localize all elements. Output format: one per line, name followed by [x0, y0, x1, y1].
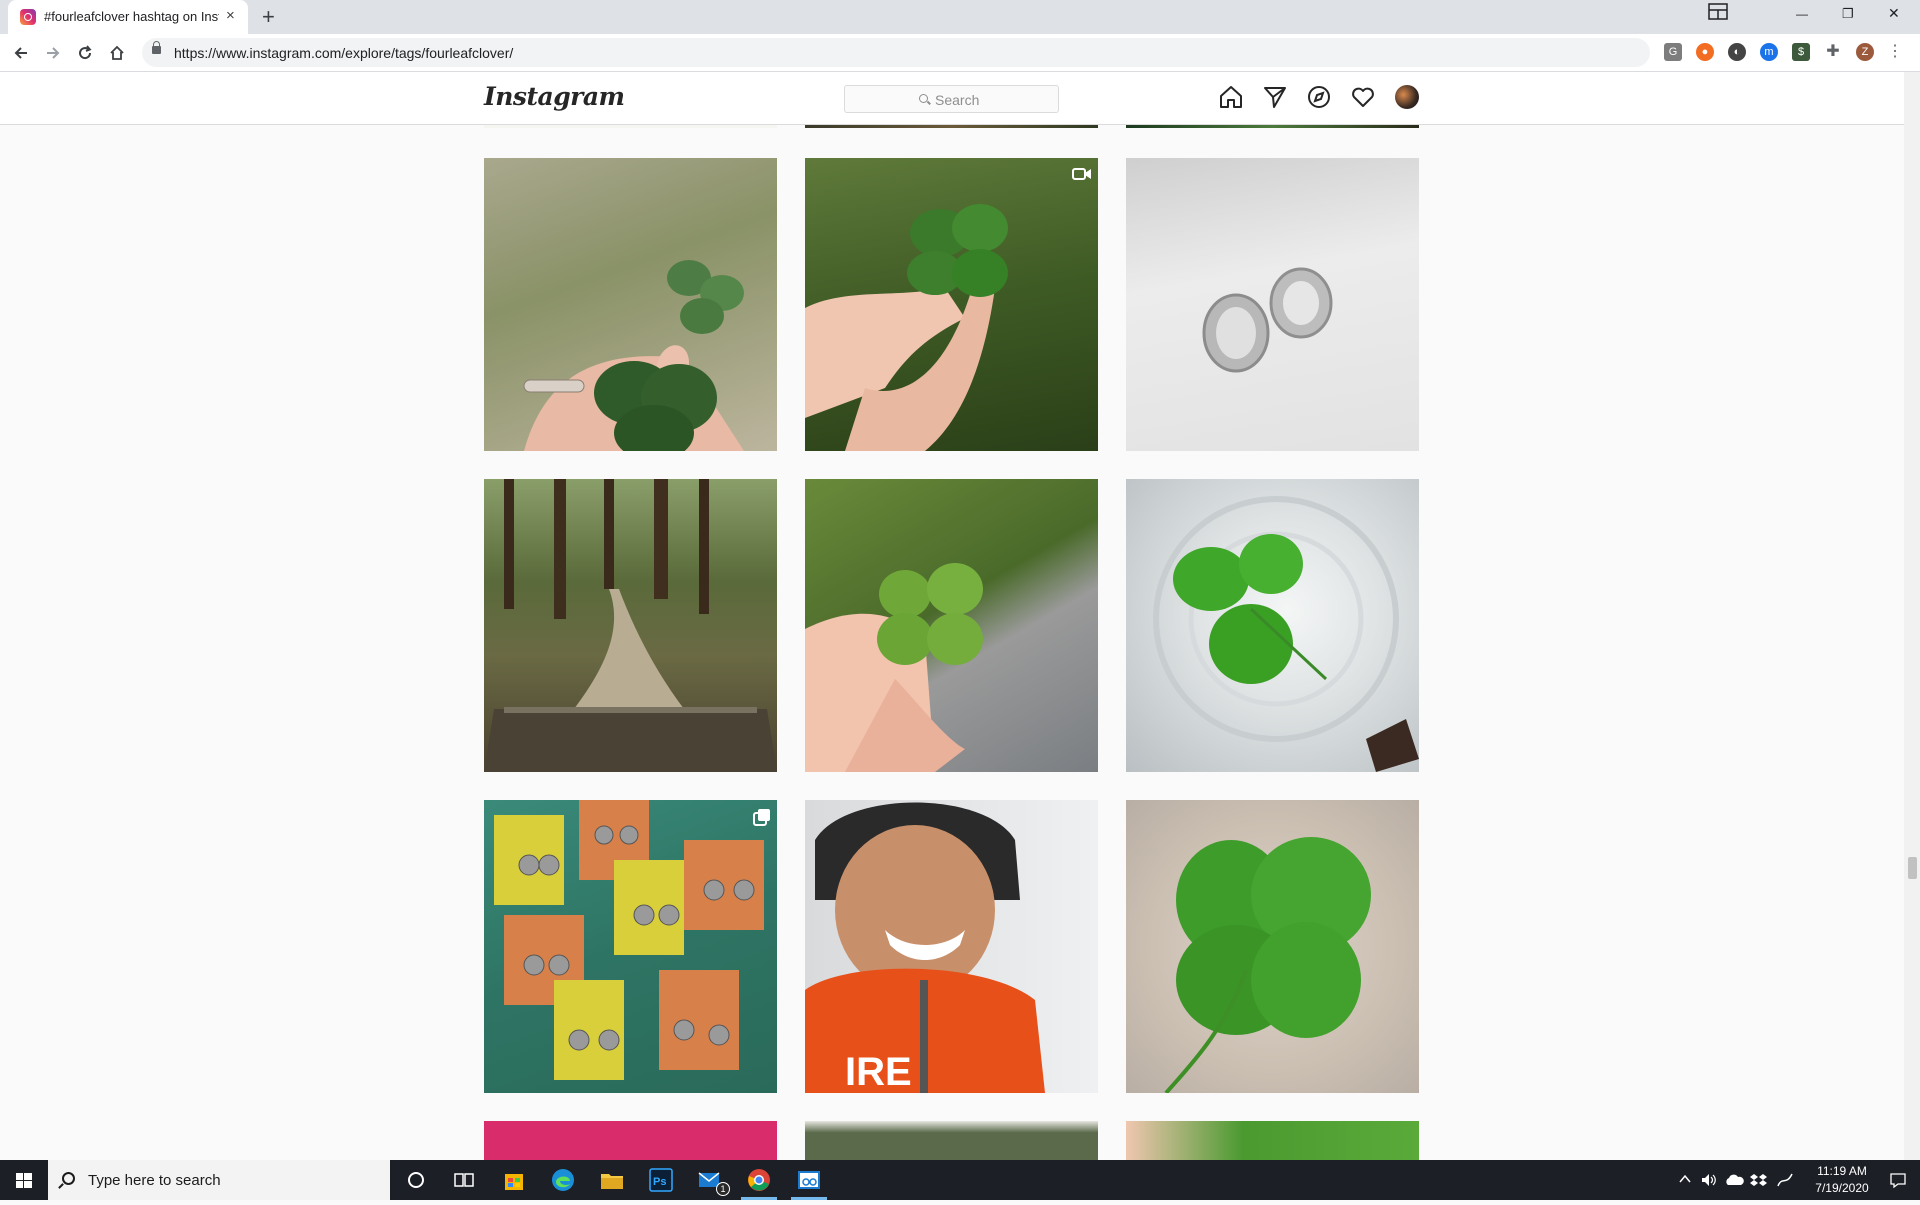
forward-button[interactable] — [40, 40, 66, 66]
clock-time: 11:19 AM — [1817, 1164, 1867, 1178]
extension-circle-icon[interactable]: ◐ — [1728, 43, 1746, 61]
post-tile-1[interactable] — [484, 158, 777, 451]
chrome-icon[interactable] — [745, 1166, 773, 1194]
extension-tag-icon[interactable]: $ — [1792, 43, 1810, 61]
post-image: IRE — [805, 802, 1045, 1093]
task-view-icon[interactable] — [450, 1166, 478, 1194]
post-image — [523, 260, 744, 451]
windows-start-button[interactable] — [0, 1160, 48, 1200]
post-image — [484, 479, 777, 772]
reload-button[interactable] — [72, 40, 98, 66]
activity-heart-icon[interactable] — [1350, 84, 1376, 110]
new-tab-button[interactable]: + — [262, 4, 275, 30]
post-tile-8[interactable]: IRE — [805, 800, 1098, 1093]
lock-icon[interactable] — [152, 41, 161, 54]
post-image — [805, 563, 983, 772]
post-image — [1164, 837, 1371, 1093]
svg-text:Ps: Ps — [653, 1176, 666, 1188]
extension-honey-icon[interactable]: ● — [1696, 43, 1714, 61]
microsoft-store-icon[interactable] — [500, 1166, 528, 1194]
post-tile-4[interactable] — [484, 479, 777, 772]
tab-close-icon[interactable]: × — [226, 7, 235, 24]
snipping-tool-icon[interactable] — [795, 1166, 823, 1194]
post-tile-partial[interactable] — [1126, 1121, 1419, 1160]
instagram-search-input[interactable]: Search — [844, 85, 1059, 113]
post-tile-5[interactable] — [805, 479, 1098, 772]
post-tile-6[interactable] — [1126, 479, 1419, 772]
pen-ink-icon[interactable] — [1776, 1172, 1794, 1191]
instagram-logo[interactable]: Instagram — [484, 82, 625, 111]
taskbar-search-placeholder: Type here to search — [88, 1172, 221, 1189]
close-window-button[interactable]: ✕ — [1888, 5, 1900, 22]
browser-toolbar: https://www.instagram.com/explore/tags/f… — [0, 34, 1920, 72]
photoshop-icon[interactable]: Ps — [647, 1166, 675, 1194]
minimize-button[interactable]: — — [1796, 7, 1808, 21]
browser-tab-bar: #fourleafclover hashtag on Instagram × +… — [0, 0, 1920, 34]
address-bar[interactable]: https://www.instagram.com/explore/tags/f… — [142, 38, 1650, 67]
post-image — [1153, 496, 1419, 772]
video-badge-icon — [1072, 166, 1092, 187]
post-tile-3[interactable] — [1126, 158, 1419, 451]
page-scrollbar[interactable] — [1904, 72, 1920, 1160]
file-explorer-icon[interactable] — [598, 1166, 626, 1194]
extension-grammarly-icon[interactable]: G — [1664, 43, 1682, 61]
post-image — [805, 204, 1008, 451]
home-icon[interactable] — [1218, 84, 1244, 110]
profile-avatar-button[interactable]: Z — [1856, 43, 1874, 61]
extensions-puzzle-icon[interactable]: ✚ — [1824, 43, 1842, 61]
maximize-button[interactable]: ❐ — [1842, 6, 1854, 22]
url-text[interactable]: https://www.instagram.com/explore/tags/f… — [174, 45, 513, 61]
svg-text:IRE: IRE — [845, 1050, 912, 1093]
post-tile-7[interactable] — [484, 800, 777, 1093]
windows-taskbar: Type here to search Ps 1 11:19 AM 7/19/2… — [0, 1160, 1920, 1200]
browser-tab[interactable]: #fourleafclover hashtag on Instagram × — [8, 0, 248, 34]
profile-avatar[interactable] — [1395, 85, 1419, 109]
dropbox-icon[interactable] — [1750, 1172, 1768, 1191]
post-tile-2[interactable] — [805, 158, 1098, 451]
direct-message-icon[interactable] — [1262, 84, 1288, 110]
post-image — [1202, 267, 1333, 373]
edge-browser-icon[interactable] — [549, 1166, 577, 1194]
post-image — [494, 800, 764, 1080]
search-icon — [62, 1172, 75, 1185]
show-hidden-icons-icon[interactable] — [1678, 1172, 1692, 1189]
cortana-icon[interactable] — [402, 1166, 430, 1194]
search-icon — [919, 94, 928, 103]
instagram-header: Instagram Search — [0, 72, 1904, 125]
taskbar-clock[interactable]: 11:19 AM 7/19/2020 — [1800, 1163, 1884, 1197]
post-tile-partial[interactable] — [805, 1121, 1098, 1160]
extension-translate-icon[interactable]: m — [1760, 43, 1778, 61]
tab-title: #fourleafclover hashtag on Instagram — [44, 9, 219, 24]
volume-icon[interactable] — [1700, 1172, 1718, 1191]
explore-compass-icon[interactable] — [1306, 84, 1332, 110]
taskbar-search-box[interactable]: Type here to search — [48, 1160, 390, 1200]
action-center-icon[interactable] — [1890, 1172, 1906, 1191]
carousel-badge-icon — [753, 808, 771, 831]
scrollbar-thumb[interactable] — [1908, 857, 1917, 879]
instagram-favicon-icon — [20, 9, 36, 25]
chrome-menu-icon[interactable]: ⋮ — [1886, 43, 1904, 61]
onedrive-cloud-icon[interactable] — [1724, 1172, 1744, 1191]
post-tile-9[interactable] — [1126, 800, 1419, 1093]
home-button[interactable] — [104, 40, 130, 66]
back-button[interactable] — [8, 40, 34, 66]
clock-date: 7/19/2020 — [1815, 1181, 1869, 1195]
post-tile-partial[interactable] — [484, 1121, 777, 1160]
tab-search-icon[interactable] — [1708, 3, 1728, 26]
search-placeholder: Search — [935, 92, 980, 108]
mail-unread-badge: 1 — [716, 1182, 730, 1196]
